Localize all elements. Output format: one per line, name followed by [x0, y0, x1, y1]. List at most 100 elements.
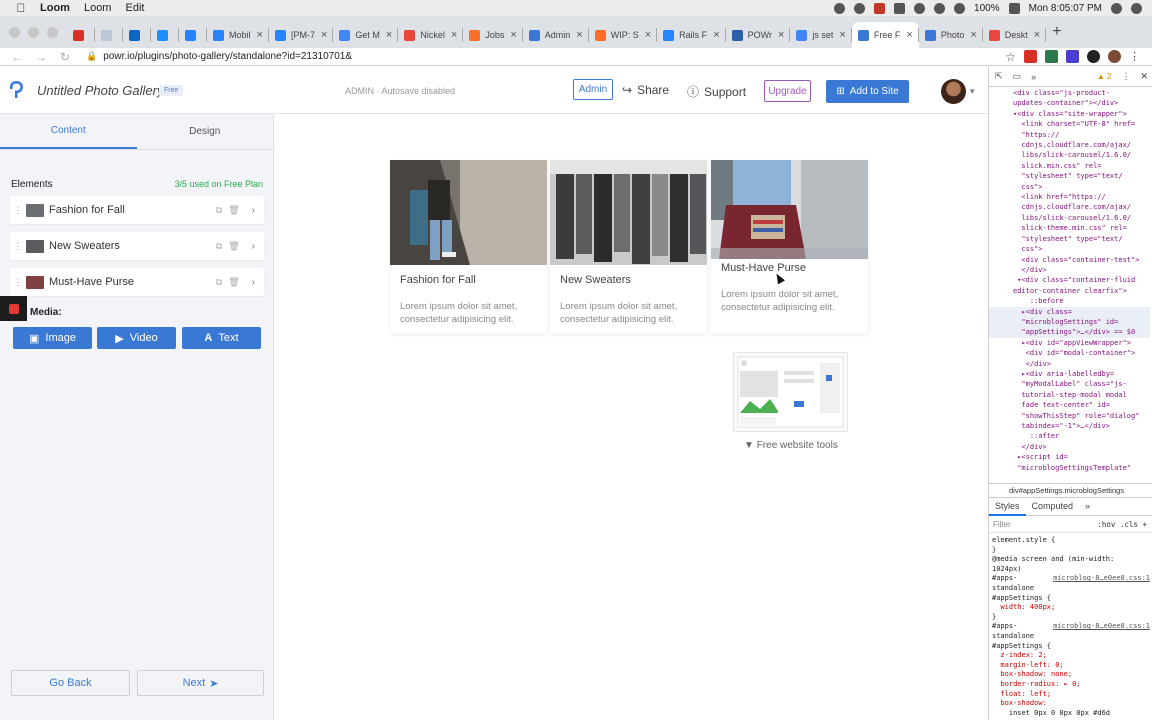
- dom-node-line[interactable]: updates-container"></div>: [989, 98, 1150, 108]
- browser-tab[interactable]: [151, 22, 179, 48]
- styles-filter[interactable]: Filter :hov .cls +: [989, 516, 1152, 533]
- styles-pane[interactable]: element.style {} @media screen and (min-w…: [989, 533, 1152, 720]
- display-status-icon[interactable]: [894, 2, 906, 14]
- next-button[interactable]: Next ➤: [137, 670, 264, 696]
- dom-node-line[interactable]: cdnjs.cloudflare.com/ajax/: [989, 202, 1150, 212]
- browser-tab[interactable]: [123, 22, 151, 48]
- css-source-link[interactable]: microblog-8…e0ee0.css:1: [1053, 574, 1150, 584]
- dom-node-line[interactable]: "https://: [989, 130, 1150, 140]
- drag-handle-icon[interactable]: ⋮: [10, 205, 26, 216]
- share-button[interactable]: ↪ Share: [622, 83, 669, 97]
- close-tab-icon[interactable]: ×: [386, 29, 392, 41]
- dom-node-line[interactable]: "stylesheet" type="text/: [989, 171, 1150, 181]
- dom-node-line[interactable]: <link charset="UTF-8" href=: [989, 119, 1150, 129]
- free-tools-promo-image[interactable]: [733, 352, 848, 432]
- dom-node-line[interactable]: ▸<div class=: [989, 306, 1150, 317]
- css-rule-line[interactable]: #appSettings {: [992, 642, 1150, 652]
- support-button[interactable]: ⓘ Support: [687, 83, 746, 100]
- volume-icon[interactable]: [954, 2, 966, 14]
- dom-node-line[interactable]: <link href="https://: [989, 192, 1150, 202]
- back-arrow-icon[interactable]: ←: [10, 50, 24, 64]
- add-to-site-button[interactable]: ⊞ Add to Site: [826, 80, 909, 103]
- extension-icon-3[interactable]: [1066, 50, 1079, 63]
- close-tab-icon[interactable]: ×: [321, 29, 327, 41]
- trash-icon[interactable]: 🗑: [228, 205, 239, 216]
- css-rule-line[interactable]: #appSettings {: [992, 594, 1150, 604]
- tab-computed[interactable]: Computed: [1026, 497, 1080, 516]
- menu-item-loom[interactable]: Loom: [84, 2, 112, 14]
- dom-node-line[interactable]: ::before: [989, 296, 1150, 306]
- css-rule-line[interactable]: }: [992, 613, 1150, 623]
- wifi-icon[interactable]: [934, 2, 946, 14]
- css-rule-line[interactable]: @media screen and (min-width:: [992, 555, 1150, 565]
- browser-tab[interactable]: POWr ×: [726, 22, 791, 48]
- extension-icon-1[interactable]: [1024, 50, 1037, 63]
- app-title[interactable]: Untitled Photo Gallery: [37, 83, 163, 98]
- duplicate-icon[interactable]: ⧉: [216, 277, 222, 288]
- chevron-down-icon[interactable]: ▾: [970, 86, 975, 97]
- css-rule-line[interactable]: 1024px): [992, 565, 1150, 575]
- add-text-button[interactable]: A Text: [182, 327, 261, 349]
- css-property-line[interactable]: box-shadow: none;: [992, 670, 1150, 680]
- menu-app-name[interactable]: Loom: [40, 2, 70, 14]
- css-rule-line[interactable]: }: [992, 546, 1150, 556]
- go-back-button[interactable]: Go Back: [11, 670, 130, 696]
- powr-logo-icon[interactable]: [10, 81, 23, 98]
- maximize-window-icon[interactable]: [47, 26, 58, 38]
- browser-tab[interactable]: Free F ×: [851, 22, 919, 48]
- gallery-card-3[interactable]: Must-Have Purse Lorem ipsum dolor sit am…: [711, 160, 868, 334]
- profile-avatar[interactable]: [1108, 50, 1121, 63]
- device-toggle-icon[interactable]: ▭: [1013, 71, 1022, 82]
- trash-icon[interactable]: 🗑: [228, 241, 239, 252]
- browser-tab[interactable]: Photo ×: [919, 22, 983, 48]
- browser-tab[interactable]: js set ×: [790, 22, 852, 48]
- extension-icon-4[interactable]: [1087, 50, 1100, 63]
- close-window-icon[interactable]: [9, 26, 20, 38]
- bookmark-star-icon[interactable]: ☆: [1005, 50, 1016, 64]
- dom-node-line[interactable]: <div class="container-test">: [989, 255, 1150, 265]
- browser-tab[interactable]: Admin ×: [523, 22, 589, 48]
- css-rule-line[interactable]: microblog-8…e0ee0.css:1 #apps-: [992, 574, 1150, 584]
- browser-tab[interactable]: [PM-7 ×: [269, 22, 334, 48]
- close-tab-icon[interactable]: ×: [906, 29, 912, 41]
- menu-item-edit[interactable]: Edit: [125, 2, 144, 14]
- css-property-line[interactable]: float: left;: [992, 690, 1150, 700]
- dom-node-line[interactable]: <div class="js-product-: [989, 88, 1150, 98]
- dom-node-line[interactable]: </div>: [989, 359, 1150, 369]
- css-rule-line[interactable]: standalone: [992, 584, 1150, 594]
- reload-icon[interactable]: ↻: [58, 50, 72, 64]
- duplicate-icon[interactable]: ⧉: [216, 241, 222, 252]
- close-tab-icon[interactable]: ×: [451, 29, 457, 41]
- dom-node-line[interactable]: "showThisStep" role="dialog": [989, 411, 1150, 421]
- browser-tab[interactable]: Jobs ×: [463, 22, 523, 48]
- close-tab-icon[interactable]: ×: [778, 29, 784, 41]
- dom-node-line[interactable]: </div>: [989, 442, 1150, 452]
- dom-node-line[interactable]: tutorial-step-modal modal: [989, 390, 1150, 400]
- tab-styles[interactable]: Styles: [989, 497, 1026, 516]
- close-tab-icon[interactable]: ×: [839, 29, 845, 41]
- close-tab-icon[interactable]: ×: [576, 29, 582, 41]
- add-image-button[interactable]: ▣ Image: [13, 327, 92, 349]
- dom-node-line[interactable]: ▸<script id=: [989, 452, 1150, 462]
- trash-icon[interactable]: 🗑: [228, 277, 239, 288]
- css-property-line[interactable]: border-radius: ▸ 0;: [992, 680, 1150, 690]
- browser-tab[interactable]: [95, 22, 123, 48]
- dom-node-line[interactable]: </div>: [989, 265, 1150, 275]
- element-item[interactable]: ⋮ Fashion for Fall ⧉ 🗑 ›: [10, 196, 264, 224]
- gallery-card-1[interactable]: Fashion for Fall Lorem ipsum dolor sit a…: [390, 160, 547, 334]
- filter-options[interactable]: :hov .cls +: [1097, 520, 1152, 529]
- loom-status-icon[interactable]: [834, 2, 846, 14]
- spotlight-search-icon[interactable]: [1111, 2, 1122, 14]
- recording-status-icon[interactable]: [874, 2, 886, 14]
- tab-design[interactable]: Design: [137, 114, 274, 149]
- extension-icon-2[interactable]: [1045, 50, 1058, 63]
- dom-node-line[interactable]: libs/slick-carousel/1.6.0/: [989, 150, 1150, 160]
- filter-input[interactable]: Filter: [993, 520, 1011, 529]
- dom-node-line[interactable]: ▸<div id="appViewWrapper">: [989, 338, 1150, 348]
- browser-tab[interactable]: Mobil ×: [207, 22, 269, 48]
- add-video-button[interactable]: ▶ Video: [97, 327, 176, 349]
- browser-tab[interactable]: Get M ×: [333, 22, 399, 48]
- dom-node-line[interactable]: slick-theme.min.css" rel=: [989, 223, 1150, 233]
- close-tab-icon[interactable]: ×: [645, 29, 651, 41]
- close-tab-icon[interactable]: ×: [257, 29, 263, 41]
